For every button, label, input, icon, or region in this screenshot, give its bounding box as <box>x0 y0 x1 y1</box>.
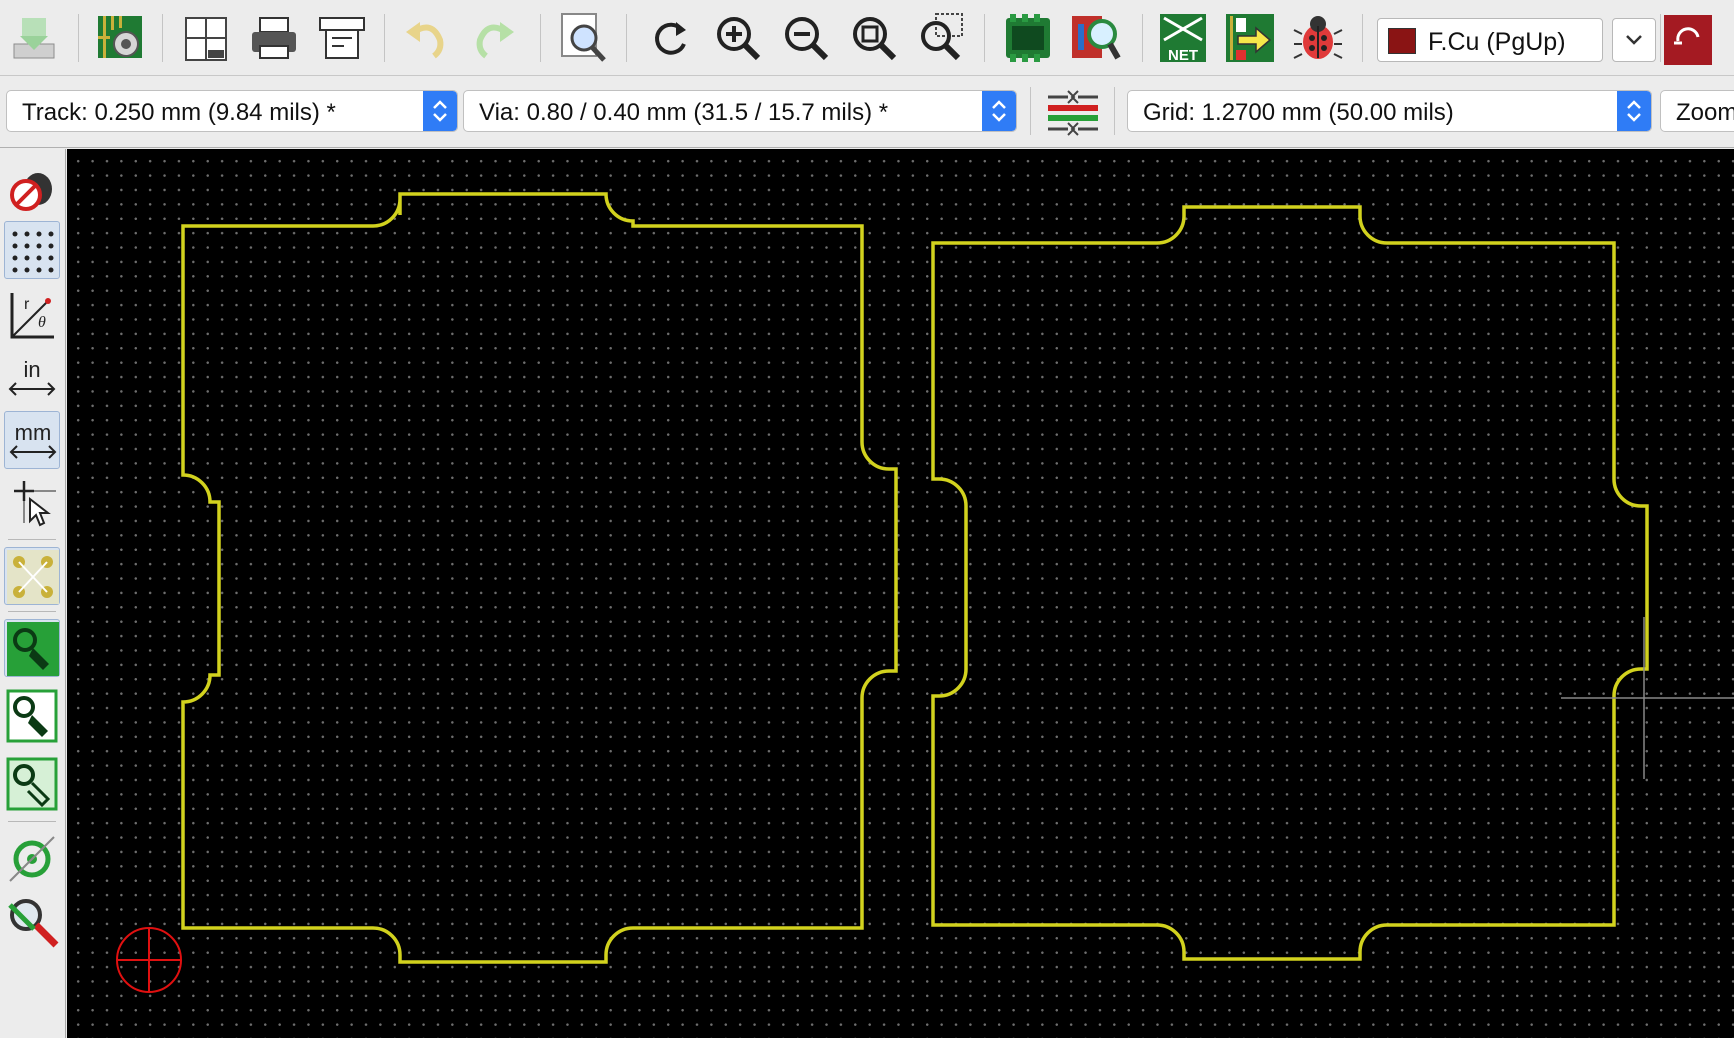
grid-size-label: Grid: 1.2700 mm (50.00 mils) <box>1143 99 1454 126</box>
drc-off-icon[interactable] <box>4 159 60 217</box>
grid-size-select[interactable]: Grid: 1.2700 mm (50.00 mils) <box>1127 90 1652 132</box>
layer-select[interactable]: F.Cu (PgUp) <box>1377 18 1603 62</box>
zone-sketch-icon[interactable] <box>4 755 60 813</box>
zoom-label: Zoom <box>1676 99 1734 126</box>
refresh-icon[interactable] <box>642 10 698 66</box>
zoom-area-icon[interactable] <box>914 10 970 66</box>
polar-coords-icon[interactable]: r θ <box>4 287 60 345</box>
print-icon[interactable] <box>246 10 302 66</box>
units-inches-icon[interactable]: in <box>4 349 60 407</box>
pcb-canvas[interactable] <box>67 149 1734 1038</box>
board-outline-right <box>931 205 1649 961</box>
svg-text:θ: θ <box>38 314 46 331</box>
board-setup-icon[interactable] <box>94 10 150 66</box>
svg-text:NET: NET <box>1168 47 1198 64</box>
track-width-select[interactable]: Track: 0.250 mm (9.84 mils) * <box>6 90 458 132</box>
zoom-fit-icon[interactable] <box>846 10 902 66</box>
via-icon[interactable] <box>4 829 60 887</box>
svg-text:mm: mm <box>15 420 52 445</box>
undo-icon[interactable] <box>398 10 454 66</box>
zoom-in-icon[interactable] <box>710 10 766 66</box>
zoom-out-icon[interactable] <box>778 10 834 66</box>
plot-icon[interactable] <box>314 10 370 66</box>
layer-color-swatch <box>1388 28 1416 54</box>
via-size-label: Via: 0.80 / 0.40 mm (31.5 / 15.7 mils) * <box>479 99 889 126</box>
track-width-label: Track: 0.250 mm (9.84 mils) * <box>22 99 336 126</box>
updown-arrows-icon <box>1617 91 1651 131</box>
layer-dropdown-button[interactable] <box>1612 18 1656 62</box>
ratsnest-icon[interactable] <box>4 547 60 605</box>
zone-outline-icon[interactable] <box>4 687 60 745</box>
layer-pair-icon[interactable] <box>1664 15 1712 65</box>
update-pcb-from-schematic-icon[interactable] <box>1222 10 1278 66</box>
chevron-down-icon <box>1626 35 1642 45</box>
save-icon[interactable] <box>6 10 62 66</box>
via-size-select[interactable]: Via: 0.80 / 0.40 mm (31.5 / 15.7 mils) * <box>463 90 1017 132</box>
board-outline-left <box>181 192 898 964</box>
board-outlines <box>116 192 1734 993</box>
svg-text:in: in <box>23 357 40 382</box>
zone-filled-icon[interactable] <box>4 619 60 677</box>
layer-select-label: F.Cu (PgUp) <box>1428 28 1566 56</box>
drc-bug-icon[interactable] <box>1290 10 1346 66</box>
options-toolbar: r θ in mm <box>0 149 66 1038</box>
netlist-icon[interactable]: NET <box>1156 10 1212 66</box>
units-mm-icon[interactable]: mm <box>4 411 60 469</box>
find-icon[interactable] <box>556 10 612 66</box>
footprint-browser-icon[interactable] <box>1068 10 1124 66</box>
updown-arrows-icon <box>423 91 457 131</box>
origin-marker-icon <box>116 927 182 993</box>
zoom-select[interactable]: Zoom <box>1660 90 1734 132</box>
auto-track-width-icon[interactable] <box>1044 85 1102 141</box>
main-toolbar: NET F.Cu (PgUp) <box>0 0 1734 76</box>
high-contrast-icon[interactable] <box>4 893 60 951</box>
page-settings-icon[interactable] <box>178 10 234 66</box>
track-via-toolbar: Track: 0.250 mm (9.84 mils) * Via: 0.80 … <box>0 77 1734 148</box>
svg-text:r: r <box>24 296 30 313</box>
grid-toggle-icon[interactable] <box>4 221 60 279</box>
updown-arrows-icon <box>982 91 1016 131</box>
cursor-shape-icon[interactable] <box>4 473 60 531</box>
footprint-editor-icon[interactable] <box>1000 10 1056 66</box>
redo-icon[interactable] <box>466 10 522 66</box>
